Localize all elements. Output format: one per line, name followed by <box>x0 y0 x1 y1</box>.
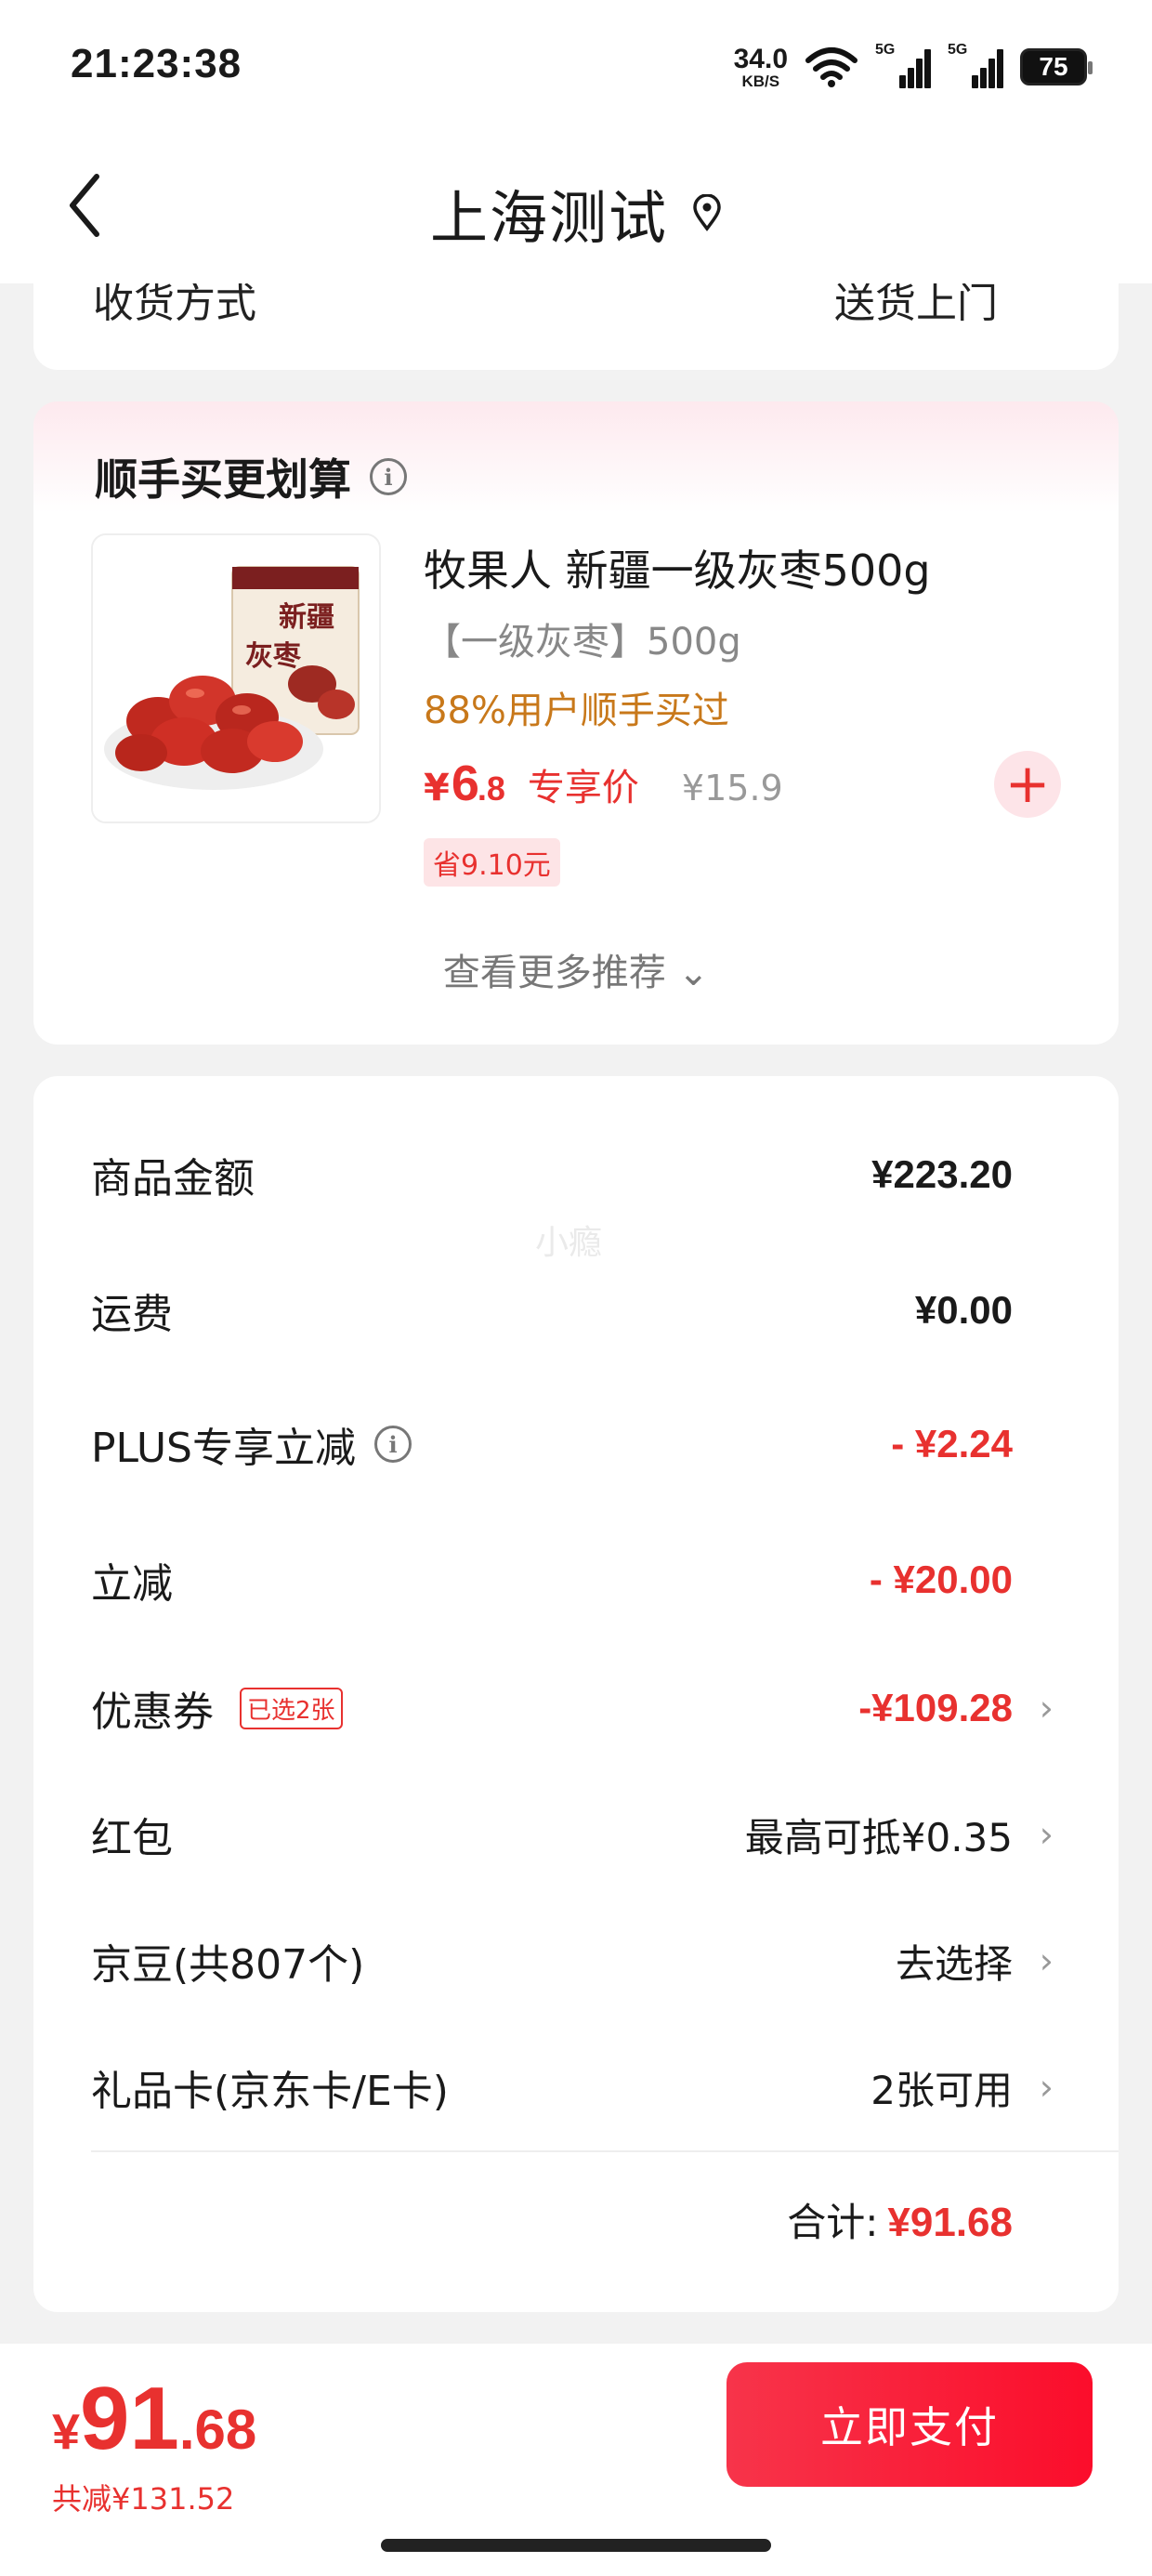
wifi-icon <box>805 47 857 87</box>
summary-label: 运费 <box>91 1291 173 1338</box>
network-speed-value: 34.0 <box>733 43 788 74</box>
pay-yen: ¥ <box>52 2404 81 2460</box>
watermark: 小瘾 <box>535 1224 603 1262</box>
signal-tag-1: 5G <box>875 42 896 58</box>
total-value: ¥91.68 <box>887 2200 1013 2245</box>
product-name[interactable]: 牧果人 新疆一级灰枣500g <box>424 537 931 598</box>
summary-value: 2张可用 <box>871 2067 1013 2113</box>
pay-int: 91 <box>80 2369 179 2468</box>
chevron-right-icon: › <box>1039 1814 1054 1855</box>
summary-row-shipping: 运费 ¥0.00 <box>91 1282 1119 1338</box>
info-icon[interactable]: i <box>374 1426 412 1463</box>
price-summary-card: 小瘾 商品金额 ¥223.20 运费 ¥0.00 PLUS专享立减 i - ¥2… <box>33 1076 1119 2312</box>
chevron-right-icon: › <box>1039 1940 1054 1981</box>
status-icons: 34.0 KB/S 5G 5G 75 <box>733 41 1093 93</box>
summary-row-goods: 商品金额 ¥223.20 <box>91 1147 1119 1203</box>
product-image-text-2: 灰枣 <box>245 640 302 673</box>
summary-value: - ¥2.24 <box>891 1422 1013 1465</box>
summary-value: ¥0.00 <box>914 1288 1013 1332</box>
pay-dec: .68 <box>178 2399 257 2461</box>
summary-value: 去选择 <box>895 1940 1013 1987</box>
coupon-count-badge: 已选2张 <box>240 1687 343 1729</box>
pay-amount: ¥ 91 .68 <box>52 2368 256 2470</box>
summary-label: 礼品卡(京东卡/E卡) <box>91 2068 449 2115</box>
network-speed: 34.0 KB/S <box>733 43 788 90</box>
total-label: 合计: <box>787 2200 879 2245</box>
add-to-order-button[interactable]: + <box>994 751 1061 818</box>
pay-now-button[interactable]: 立即支付 <box>727 2362 1093 2487</box>
summary-row-red-packet[interactable]: 红包 最高可抵¥0.35 › <box>91 1807 1119 1862</box>
save-badge: 省9.10元 <box>424 838 560 887</box>
original-price: ¥15.9 <box>681 768 783 808</box>
recommend-card: 顺手买更划算 i 新疆 灰枣 牧果人 新疆一级灰枣500g 【一级灰枣】500g… <box>33 401 1119 1045</box>
summary-row-coupons[interactable]: 优惠券 已选2张 -¥109.28 › <box>91 1680 1119 1736</box>
summary-label: PLUS专享立减 <box>91 1425 356 1472</box>
info-icon[interactable]: i <box>370 458 407 495</box>
page-title: 上海测试 <box>429 184 668 252</box>
network-speed-unit: KB/S <box>741 72 780 90</box>
price-int: 6 <box>451 756 479 811</box>
recommend-title: 顺手买更划算 <box>95 454 351 505</box>
price-yen: ¥ <box>424 767 450 809</box>
product-image-text-1: 新疆 <box>279 601 334 634</box>
summary-label: 优惠券 <box>91 1689 214 1736</box>
summary-label: 红包 <box>91 1815 173 1862</box>
product-bought-rate: 88%用户顺手买过 <box>424 690 729 732</box>
chevron-right-icon: › <box>1039 2067 1054 2108</box>
product-spec: 【一级灰枣】500g <box>424 621 741 664</box>
price-dec: .8 <box>477 769 505 808</box>
chevron-right-icon: › <box>1039 1688 1054 1728</box>
price-label: 专享价 <box>527 767 639 809</box>
summary-row-instant-discount: 立减 - ¥20.00 <box>91 1552 1119 1608</box>
summary-row-gift-card[interactable]: 礼品卡(京东卡/E卡) 2张可用 › <box>91 2059 1119 2115</box>
product-price-row: ¥ 6 .8 专享价 ¥15.9 <box>424 755 783 812</box>
summary-label: 商品金额 <box>91 1155 255 1203</box>
location-pin-icon[interactable] <box>692 194 722 231</box>
home-indicator[interactable] <box>381 2539 771 2552</box>
order-total: 合计: ¥91.68 <box>787 2191 1013 2248</box>
divider <box>91 2150 1119 2152</box>
signal-icon-1: 5G <box>875 42 931 88</box>
total-saved: 共减¥131.52 <box>52 2481 235 2517</box>
signal-tag-2: 5G <box>948 42 968 58</box>
summary-value: -¥109.28 <box>858 1686 1013 1729</box>
summary-value: - ¥20.00 <box>869 1557 1013 1601</box>
recommend-title-wrap: 顺手买更划算 i <box>95 446 407 507</box>
signal-icon-2: 5G <box>948 42 1003 88</box>
battery-icon: 75 <box>1020 48 1093 85</box>
more-recommendations-link[interactable]: 查看更多推荐 ⌄ <box>33 942 1119 996</box>
summary-label: 京豆(共807个) <box>91 1941 365 1989</box>
summary-label: 立减 <box>91 1560 173 1608</box>
top-bar: 21:23:38 34.0 KB/S 5G 5G 75 上海测试 <box>0 0 1152 283</box>
page-title-wrap: 上海测试 <box>0 171 1152 255</box>
product-thumbnail[interactable]: 新疆 灰枣 <box>91 533 381 823</box>
status-time: 21:23:38 <box>71 41 242 86</box>
summary-value: 最高可抵¥0.35 <box>744 1814 1013 1860</box>
summary-value: ¥223.20 <box>871 1152 1013 1196</box>
red-dates-product-image: 新疆 灰枣 <box>93 535 379 821</box>
summary-row-plus-discount: PLUS专享立减 i - ¥2.24 <box>91 1416 1119 1472</box>
summary-row-jd-beans[interactable]: 京豆(共807个) 去选择 › <box>91 1933 1119 1989</box>
